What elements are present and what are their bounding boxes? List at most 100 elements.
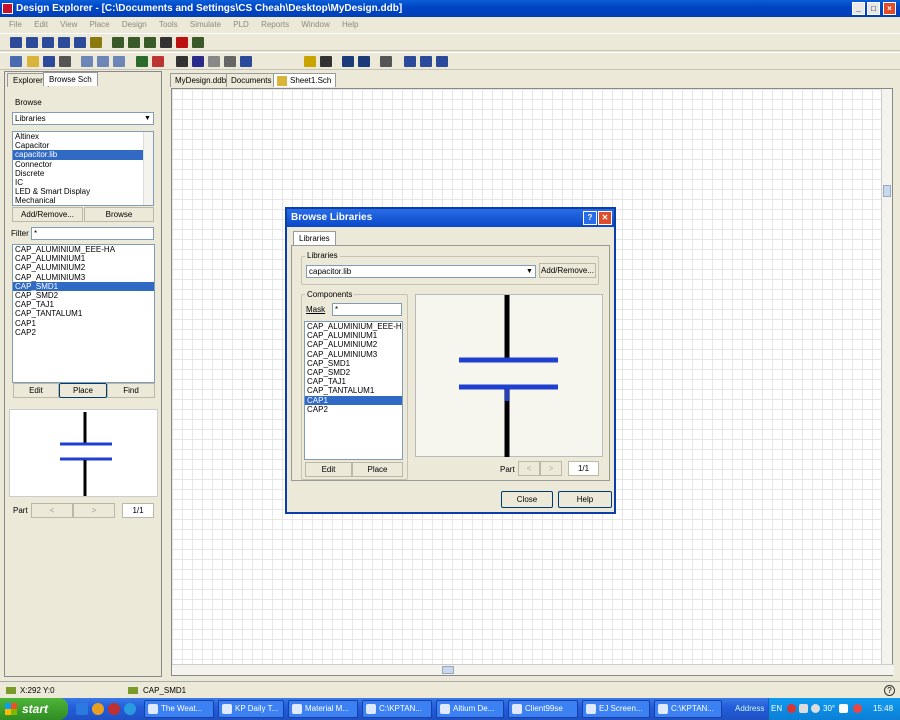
menu-simulate[interactable]: Simulate	[185, 17, 226, 32]
menu-reports[interactable]: Reports	[256, 17, 294, 32]
menu-tools[interactable]: Tools	[154, 17, 183, 32]
vertical-scroll-thumb[interactable]	[883, 185, 891, 197]
tab-mydesign-ddb[interactable]: MyDesign.ddb	[170, 73, 232, 87]
taskbar-task-button[interactable]: KP Daily T...	[218, 700, 284, 718]
filter-input[interactable]: *	[31, 227, 154, 240]
component-list-item[interactable]: CAP_ALUMINIUM1	[13, 254, 154, 263]
sheet-entry-icon[interactable]	[128, 37, 140, 48]
tray-network-icon[interactable]	[799, 704, 808, 713]
paste-icon[interactable]	[192, 56, 204, 67]
maximize-button[interactable]: □	[867, 2, 880, 15]
dialog-component-list-item[interactable]: CAP_TAJ1	[305, 377, 402, 386]
library-list-item[interactable]: LED & Smart Display	[13, 187, 153, 196]
menu-window[interactable]: Window	[296, 17, 334, 32]
dialog-tab-libraries[interactable]: Libraries	[293, 231, 336, 245]
tray-weather-icon[interactable]	[811, 704, 820, 713]
tab-browse-sch[interactable]: Browse Sch	[43, 72, 98, 86]
deselect-icon[interactable]	[224, 56, 236, 67]
edit-button[interactable]: Edit	[13, 383, 59, 398]
zoom-in-icon[interactable]	[81, 56, 93, 67]
move-icon[interactable]	[240, 56, 252, 67]
help-status-icon[interactable]: ?	[884, 685, 895, 696]
sheet-vertical-scrollbar[interactable]	[881, 89, 892, 665]
library-list-item[interactable]: capacitor.lib	[13, 150, 153, 160]
quicklaunch-desktop-icon[interactable]	[76, 703, 88, 715]
menu-file[interactable]: File	[4, 17, 27, 32]
taskbar-task-button[interactable]: C:\KPTAN...	[654, 700, 722, 718]
dialog-component-list-item[interactable]: CAP_ALUMINIUM3	[305, 350, 402, 359]
library-list-item[interactable]: Mechanical	[13, 196, 153, 205]
sheet-horizontal-scrollbar[interactable]	[172, 664, 894, 675]
tray-antivirus-icon[interactable]	[787, 704, 796, 713]
dialog-help-button[interactable]: Help	[558, 491, 612, 508]
browse-select[interactable]: Libraries ▼	[12, 112, 154, 125]
zoom-fit-icon[interactable]	[113, 56, 125, 67]
bus-entry-icon[interactable]	[42, 37, 54, 48]
chevron-down-icon[interactable]: ▼	[525, 266, 534, 277]
save-icon[interactable]	[43, 56, 55, 67]
part-next-button[interactable]: >	[73, 503, 115, 518]
redo-icon[interactable]	[420, 56, 432, 67]
dialog-part-prev-button[interactable]: <	[518, 461, 540, 476]
quicklaunch-firefox-icon[interactable]	[92, 703, 104, 715]
dialog-component-list-item[interactable]: CAP_ALUMINIUM1	[305, 331, 402, 340]
dialog-component-list-item[interactable]: CAP_ALUMINIUM2	[305, 340, 402, 349]
taskbar-task-button[interactable]: Material M...	[288, 700, 358, 718]
browse-button[interactable]: Browse	[84, 207, 154, 222]
quicklaunch-ie-icon[interactable]	[124, 703, 136, 715]
dialog-close-button[interactable]: Close	[501, 491, 553, 508]
dialog-component-list-item[interactable]: CAP_SMD1	[305, 359, 402, 368]
undo-icon[interactable]	[404, 56, 416, 67]
taskbar-task-button[interactable]: C:\KPTAN...	[362, 700, 432, 718]
dialog-component-list-item[interactable]: CAP2	[305, 405, 402, 414]
dialog-add-remove-button[interactable]: Add/Remove...	[539, 263, 596, 278]
print-icon[interactable]	[59, 56, 71, 67]
component-list-item[interactable]: CAP_ALUMINIUM2	[13, 263, 154, 272]
component-list-item[interactable]: CAP_SMD1	[13, 281, 154, 291]
menu-pld[interactable]: PLD	[228, 17, 254, 32]
start-button[interactable]: start	[0, 698, 68, 720]
select-icon[interactable]	[208, 56, 220, 67]
window-title-bar[interactable]: Design Explorer - [C:\Documents and Sett…	[0, 0, 900, 17]
dialog-edit-button[interactable]: Edit	[305, 462, 352, 477]
junction-icon[interactable]	[160, 37, 172, 48]
language-indicator[interactable]: EN	[771, 698, 782, 720]
minimize-button[interactable]: _	[852, 2, 865, 15]
tab-sheet1-sch[interactable]: Sheet1.Sch	[273, 73, 337, 87]
taskbar-task-button[interactable]: The Weat...	[144, 700, 214, 718]
taskbar-task-button[interactable]: Altium De...	[436, 700, 504, 718]
library-select[interactable]: capacitor.lib ▼	[306, 265, 536, 278]
place-button[interactable]: Place	[59, 383, 107, 398]
mask-input[interactable]: *	[332, 303, 402, 316]
dialog-part-next-button[interactable]: >	[540, 461, 562, 476]
pencil-icon[interactable]	[152, 56, 164, 67]
dialog-place-button[interactable]: Place	[352, 462, 403, 477]
zoom-out-icon[interactable]	[97, 56, 109, 67]
add-remove-button[interactable]: Add/Remove...	[12, 207, 83, 222]
browse-icon[interactable]	[320, 56, 332, 67]
help-icon[interactable]	[436, 56, 448, 67]
increment-icon[interactable]	[380, 56, 392, 67]
taskbar-task-button[interactable]: Client99se	[508, 700, 578, 718]
horizontal-scroll-thumb[interactable]	[442, 666, 454, 674]
open-folder-icon[interactable]	[27, 56, 39, 67]
port-icon[interactable]	[144, 37, 156, 48]
component-list-item[interactable]: CAP1	[13, 319, 154, 328]
pcb-layout-icon[interactable]	[192, 37, 204, 48]
library-icon[interactable]	[304, 56, 316, 67]
close-button[interactable]: ×	[883, 2, 896, 15]
part-prev-button[interactable]: <	[31, 503, 73, 518]
dialog-component-list-item[interactable]: CAP1	[305, 395, 402, 405]
sheet-symbol-icon[interactable]	[112, 37, 124, 48]
component-list-item[interactable]: CAP2	[13, 328, 154, 337]
menu-design[interactable]: Design	[117, 17, 152, 32]
hierarchy-icon[interactable]	[136, 56, 148, 67]
library-list-scrollbar[interactable]	[143, 132, 153, 205]
wire-icon[interactable]	[10, 37, 22, 48]
component-list-item[interactable]: CAP_ALUMINIUM3	[13, 273, 154, 282]
component-list[interactable]: CAP_ALUMINIUM_EEE-HA CAP_ALUMINIUM1 CAP_AL…	[12, 244, 155, 383]
dialog-component-list-item[interactable]: CAP_TANTALUM1	[305, 386, 402, 395]
dialog-component-list-item[interactable]: CAP_SMD2	[305, 368, 402, 377]
component-list-item[interactable]: CAP_TAJ1	[13, 300, 154, 309]
menu-help[interactable]: Help	[337, 17, 363, 32]
